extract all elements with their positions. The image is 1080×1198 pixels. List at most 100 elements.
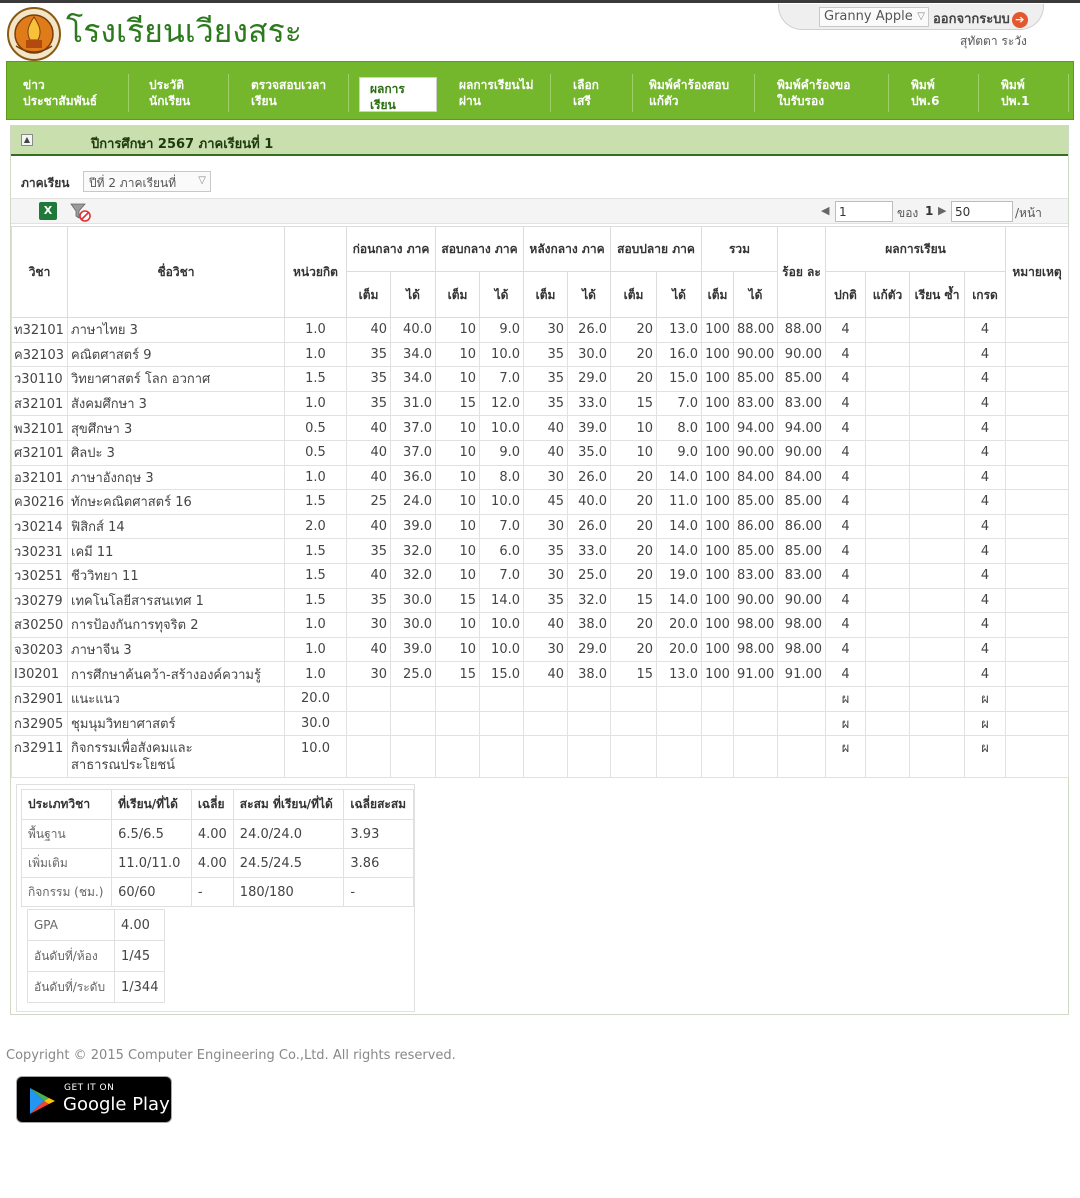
cell-total-full [701, 735, 735, 779]
cell-pre-full [346, 710, 391, 737]
table-row: ค32103 คณิตศาสตร์ 9 1.0 35 34.0 10 10.0 35 30.0 2… [11, 341, 1070, 368]
cell-remark [1005, 685, 1070, 712]
cell-pre-full: 35 [346, 538, 391, 564]
cell-post-full: 40 [523, 439, 568, 466]
cell-post-full: 30 [523, 636, 568, 663]
cell-remark [1005, 489, 1070, 515]
cell-total-full: 100 [701, 439, 735, 466]
grades-panel: ▲ ปีการศึกษา 2567 ภาคเรียนที่ 1 ภาคเรียน… [10, 125, 1070, 1015]
nav-item-attendance[interactable]: ตรวจสอบเวลา เรียน [245, 74, 349, 112]
cell-total-got: 90.00 [733, 341, 779, 368]
cell-grade-normal: 4 [825, 366, 867, 392]
pager-total-pages: 1 [925, 204, 934, 218]
page-input[interactable] [835, 201, 893, 222]
cell-percent: 83.00 [777, 562, 827, 589]
prev-page-icon[interactable]: ◀ [821, 204, 829, 217]
per-page-input[interactable] [951, 201, 1013, 222]
nav-item-elective[interactable]: เลือก เสรี [567, 74, 633, 112]
cell-grade: 4 [964, 587, 1007, 614]
cell-mid-got: 7.0 [479, 562, 524, 589]
cell-grade-fix [865, 562, 911, 589]
cell-remark [1005, 415, 1070, 441]
cell-total-got: 91.00 [733, 661, 779, 687]
clear-filter-icon[interactable] [69, 202, 91, 222]
cell-final-full: 15 [610, 661, 658, 687]
cell-grade: 4 [964, 612, 1007, 638]
per-page-label: /หน้า [1015, 206, 1042, 220]
cell-subject-code: ว30110 [11, 366, 68, 392]
cell-grade-fix [865, 464, 911, 491]
cell-grade: ผ [964, 710, 1007, 737]
cell-post-full: 30 [523, 464, 568, 491]
cell-post-full: 40 [523, 612, 568, 638]
excel-export-icon[interactable]: X [39, 202, 57, 220]
logout-button[interactable]: ออกจากระบบ ➔ [933, 8, 1028, 29]
nav-label: ผลการ [370, 82, 405, 96]
google-play-badge[interactable]: GET IT ON Google Play [16, 1076, 172, 1123]
cell-total-full: 100 [701, 317, 735, 343]
cell-subject-code: พ32101 [11, 415, 68, 441]
nav-label: ข่าว [23, 78, 45, 92]
cell-grade-fix [865, 735, 911, 779]
semester-dropdown[interactable]: ปีที่ 2 ภาคเรียนที่ ▽ [83, 171, 211, 192]
nav-label: ผลการเรียนไม่ [459, 78, 534, 92]
cell-pre-got: 40.0 [390, 317, 436, 343]
cell-grade: 4 [964, 464, 1007, 491]
cell-percent: 88.00 [777, 317, 827, 343]
rank-level-value: 1/344 [113, 971, 166, 1003]
th-got: ได้ [479, 271, 524, 318]
cell-credit: 1.5 [284, 562, 347, 589]
cell-final-got: 14.0 [656, 538, 703, 564]
nav-item-profile[interactable]: ประวัติ นักเรียน [143, 74, 229, 112]
nav-item-news[interactable]: ข่าว ประชาสัมพันธ์ [17, 74, 129, 112]
nav-item-grades[interactable]: ผลการ เรียน [359, 77, 437, 112]
cell-grade-fix [865, 390, 911, 417]
cell-post-full: 30 [523, 317, 568, 343]
cell-grade-fix [865, 489, 911, 515]
cell-mid-got: 10.0 [479, 636, 524, 663]
summary-table: ประเภทวิชา ที่เรียน/ที่ได้ เฉลี่ย สะสม ท… [20, 789, 414, 907]
th-pre-midterm: ก่อนกลาง ภาค [346, 226, 436, 272]
cell-grade-fix [865, 513, 911, 540]
cell-final-got: 16.0 [656, 341, 703, 368]
nav-label: ตรวจสอบเวลา [251, 78, 327, 92]
cell-post-got: 32.0 [566, 587, 612, 614]
cell-pre-got: 37.0 [390, 415, 436, 441]
rank-class-value: 1/45 [113, 940, 166, 972]
collapse-icon[interactable]: ▲ [21, 134, 33, 146]
cell-mid-got: 7.0 [479, 366, 524, 392]
user-dropdown[interactable]: Granny Apple ▽ [819, 7, 929, 27]
cell-grade-normal: ผ [825, 735, 867, 779]
cell-mid-got: 9.0 [479, 439, 524, 466]
cell-final-full: 15 [610, 390, 658, 417]
cell-percent: 90.00 [777, 439, 827, 466]
cell-subject-code: อ32101 [11, 464, 68, 491]
nav-item-retest-request[interactable]: พิมพ์คำร้องสอบ แก้ตัว [643, 74, 755, 112]
summary-box: ประเภทวิชา ที่เรียน/ที่ได้ เฉลี่ย สะสม ท… [16, 784, 415, 1012]
cell-total-full: 100 [701, 661, 735, 687]
cell-subject-code: ก32911 [11, 735, 68, 779]
cell-final-got: 13.0 [656, 317, 703, 343]
cell-subject-name: แนะแนว [67, 685, 285, 712]
next-page-icon[interactable]: ▶ [938, 204, 946, 217]
cell-mid-got [479, 685, 524, 712]
cell-pre-full: 35 [346, 366, 391, 392]
nav-item-print-pp1[interactable]: พิมพ์ ปพ.1 [995, 74, 1069, 112]
cell-total-full: 100 [701, 562, 735, 589]
nav-item-print-pp6[interactable]: พิมพ์ ปพ.6 [905, 74, 979, 112]
th-full: เต็ม [346, 271, 391, 318]
summary-header: ที่เรียน/ที่ได้ [111, 789, 192, 820]
cell-total-got: 85.00 [733, 366, 779, 392]
cell-percent: 85.00 [777, 538, 827, 564]
cell-mid-got: 10.0 [479, 415, 524, 441]
nav-item-certificate-request[interactable]: พิมพ์คำร้องขอ ใบรับรอง [771, 74, 889, 112]
school-name: โรงเรียนเวียงสระ [66, 12, 302, 50]
cell-mid-full [435, 685, 480, 712]
nav-item-failed[interactable]: ผลการเรียนไม่ ผ่าน [453, 74, 551, 112]
cell-post-got: 38.0 [566, 612, 612, 638]
cell-pre-full: 30 [346, 612, 391, 638]
cell-subject-name: การศึกษาค้นคว้า-สร้างองค์ความรู้ [67, 661, 285, 687]
summary-cell: 3.93 [343, 819, 414, 849]
table-row: ว30231 เคมี 11 1.5 35 32.0 10 6.0 35 33.0 20 14.0 1… [11, 538, 1070, 564]
cell-grade-normal: 4 [825, 489, 867, 515]
